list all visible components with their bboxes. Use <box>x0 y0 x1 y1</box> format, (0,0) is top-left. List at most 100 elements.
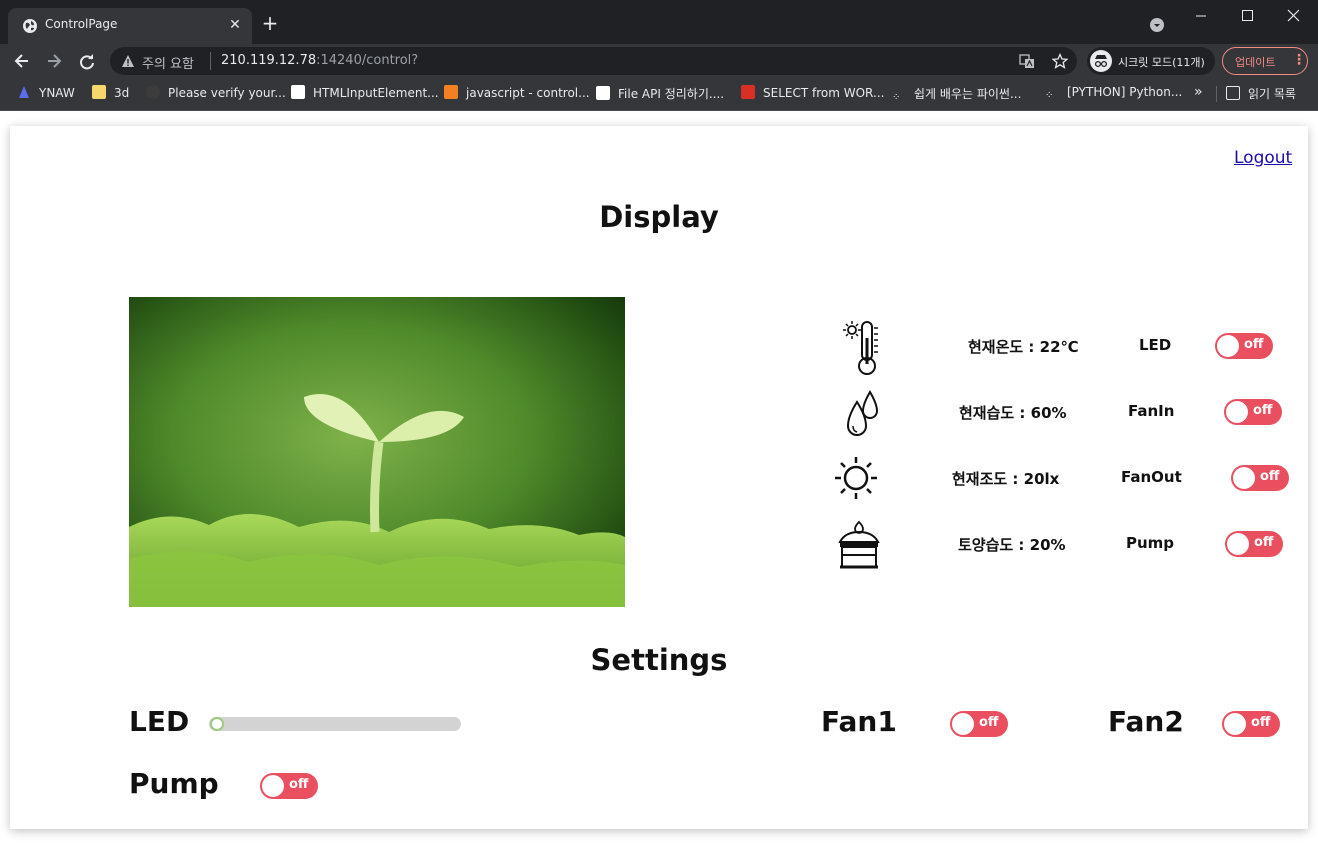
fan2-toggle[interactable]: off <box>1222 711 1280 737</box>
bookmark-item[interactable]: SELECT from WOR... <box>741 85 884 103</box>
bookmark-item[interactable]: YNAW <box>17 85 75 103</box>
led-brightness-slider[interactable] <box>209 717 461 731</box>
minimize-icon[interactable] <box>1178 4 1224 28</box>
page-viewport: Logout Display 현재온도: 22℃ LED off 현재습도:… <box>0 111 1318 844</box>
bookmark-label: [PYTHON] Python... <box>1067 85 1183 99</box>
toggle-knob <box>952 713 974 735</box>
browser-tab[interactable]: ControlPage ✕ <box>8 8 252 44</box>
bookmark-item[interactable]: 3d <box>92 85 129 103</box>
toggle-state: off <box>1260 469 1280 484</box>
bookmark-item[interactable]: ⁘ 쉽게 배우는 파이썬... <box>892 85 1021 103</box>
thermometer-icon <box>843 321 878 375</box>
fan2-setting-label: Fan2 <box>1108 705 1184 738</box>
fanin-device-label: FanIn <box>1128 402 1175 420</box>
mdn-icon <box>291 85 305 99</box>
toggle-state: off <box>289 777 309 792</box>
globe-icon <box>23 19 37 33</box>
github-icon <box>146 85 160 99</box>
illuminance-value: 현재조도 : 20lx <box>952 470 1060 488</box>
pump-display-toggle[interactable]: off <box>1225 531 1283 557</box>
omnibox-divider <box>210 52 211 70</box>
toggle-knob <box>262 775 284 797</box>
bookmark-star-icon[interactable] <box>1052 53 1068 69</box>
temperature-value: 현재온도 : 22℃ <box>968 338 1079 356</box>
url-path: :14240/control? <box>316 53 419 68</box>
pump-setting-label: Pump <box>129 767 219 800</box>
slider-thumb[interactable] <box>210 717 224 731</box>
bookmark-item[interactable]: javascript - control... <box>444 85 590 103</box>
sun-icon <box>835 457 877 499</box>
ynaw-icon <box>17 85 31 99</box>
sensor-row-illuminance: 현재조도 : 20lx FanOut off <box>830 448 1300 508</box>
tab-search-icon[interactable] <box>1149 17 1165 33</box>
toggle-knob <box>1224 713 1246 735</box>
update-label: 업데이트 <box>1235 56 1276 69</box>
toggle-state: off <box>1244 337 1264 352</box>
toggle-state: off <box>1253 403 1273 418</box>
url-host: 210.119.12.78 <box>221 53 317 68</box>
toggle-state: off <box>1254 535 1274 550</box>
bookmark-label: HTMLInputElement... <box>313 86 439 100</box>
dots-icon: ⁘ <box>1045 90 1054 101</box>
soil-moisture-value: 토양습도 : 20% <box>958 536 1066 554</box>
forward-arrow-icon[interactable] <box>44 51 64 71</box>
soil-pot-icon <box>838 520 880 569</box>
browser-tab-strip: ControlPage ✕ + <box>0 0 1318 44</box>
bookmarks-bar: YNAW 3d Please verify your... HTMLInputE… <box>0 78 1318 111</box>
tab-title: ControlPage <box>45 17 118 31</box>
bookmark-label: 3d <box>114 86 130 100</box>
bookmark-item[interactable]: File API 정리하기.... <box>596 85 724 103</box>
logout-link[interactable]: Logout <box>1234 148 1292 168</box>
update-button[interactable]: 업데이트 ⋮ <box>1222 47 1308 75</box>
reading-list-button[interactable]: 읽기 목록 <box>1226 85 1296 102</box>
address-bar[interactable]: 주의 요함 210.119.12.78:14240/control? <box>110 47 1077 75</box>
dots-icon: ⁘ <box>892 92 901 103</box>
display-title: Display <box>599 200 719 234</box>
control-card: Logout Display 현재온도: 22℃ LED off 현재습도:… <box>10 126 1308 829</box>
browser-toolbar: 주의 요함 210.119.12.78:14240/control? 시크릿 모… <box>0 44 1318 78</box>
bookmark-label: YNAW <box>39 86 75 100</box>
medium-icon <box>596 86 610 100</box>
led-setting-label: LED <box>129 705 190 738</box>
reload-icon[interactable] <box>77 51 97 71</box>
warning-icon[interactable] <box>121 54 135 68</box>
fanout-device-label: FanOut <box>1121 468 1182 486</box>
sensor-row-humidity: 현재습도 : 60% FanIn off <box>830 382 1300 442</box>
bookmark-item[interactable]: Please verify your... <box>146 85 286 103</box>
new-tab-button[interactable]: + <box>261 13 279 33</box>
incognito-indicator[interactable]: 시크릿 모드(11개) <box>1087 47 1215 75</box>
pump-toggle[interactable]: off <box>260 773 318 799</box>
bookmark-label: javascript - control... <box>466 86 590 100</box>
folder-icon <box>92 85 106 99</box>
toggle-state: off <box>1251 715 1271 730</box>
humidity-value: 현재습도 : 60% <box>959 404 1067 422</box>
bookmark-item[interactable]: ⁘ [PYTHON] Python... <box>1045 85 1182 103</box>
translate-icon[interactable] <box>1019 53 1035 69</box>
bookmark-label: Please verify your... <box>168 86 286 100</box>
close-window-icon[interactable] <box>1270 4 1316 28</box>
bookmark-label: 쉽게 배우는 파이썬... <box>914 87 1022 101</box>
bookmark-overflow-button[interactable]: » <box>1194 84 1203 100</box>
toggle-knob <box>1233 467 1255 489</box>
incognito-label: 시크릿 모드(11개) <box>1118 56 1205 69</box>
incognito-icon <box>1090 50 1112 72</box>
bookmark-item[interactable]: HTMLInputElement... <box>291 85 439 103</box>
close-tab-icon[interactable]: ✕ <box>226 16 244 34</box>
quiz-icon <box>741 85 755 99</box>
bookmark-label: SELECT from WOR... <box>763 86 885 100</box>
reading-list-label: 읽기 목록 <box>1248 87 1296 101</box>
url-text[interactable]: 210.119.12.78:14240/control? <box>221 53 418 68</box>
fanin-display-toggle[interactable]: off <box>1224 399 1282 425</box>
fanout-display-toggle[interactable]: off <box>1231 465 1289 491</box>
humidity-drops-icon <box>846 390 879 436</box>
maximize-icon[interactable] <box>1224 4 1270 28</box>
stackoverflow-icon <box>444 85 458 99</box>
security-warning-text[interactable]: 주의 요함 <box>142 53 194 72</box>
fan1-setting-label: Fan1 <box>821 705 897 738</box>
led-display-toggle[interactable]: off <box>1215 333 1273 359</box>
more-menu-icon[interactable]: ⋮ <box>1292 53 1306 67</box>
fan1-toggle[interactable]: off <box>950 711 1008 737</box>
back-arrow-icon[interactable] <box>12 51 32 71</box>
pump-device-label: Pump <box>1126 534 1175 552</box>
reading-list-icon <box>1226 86 1240 100</box>
